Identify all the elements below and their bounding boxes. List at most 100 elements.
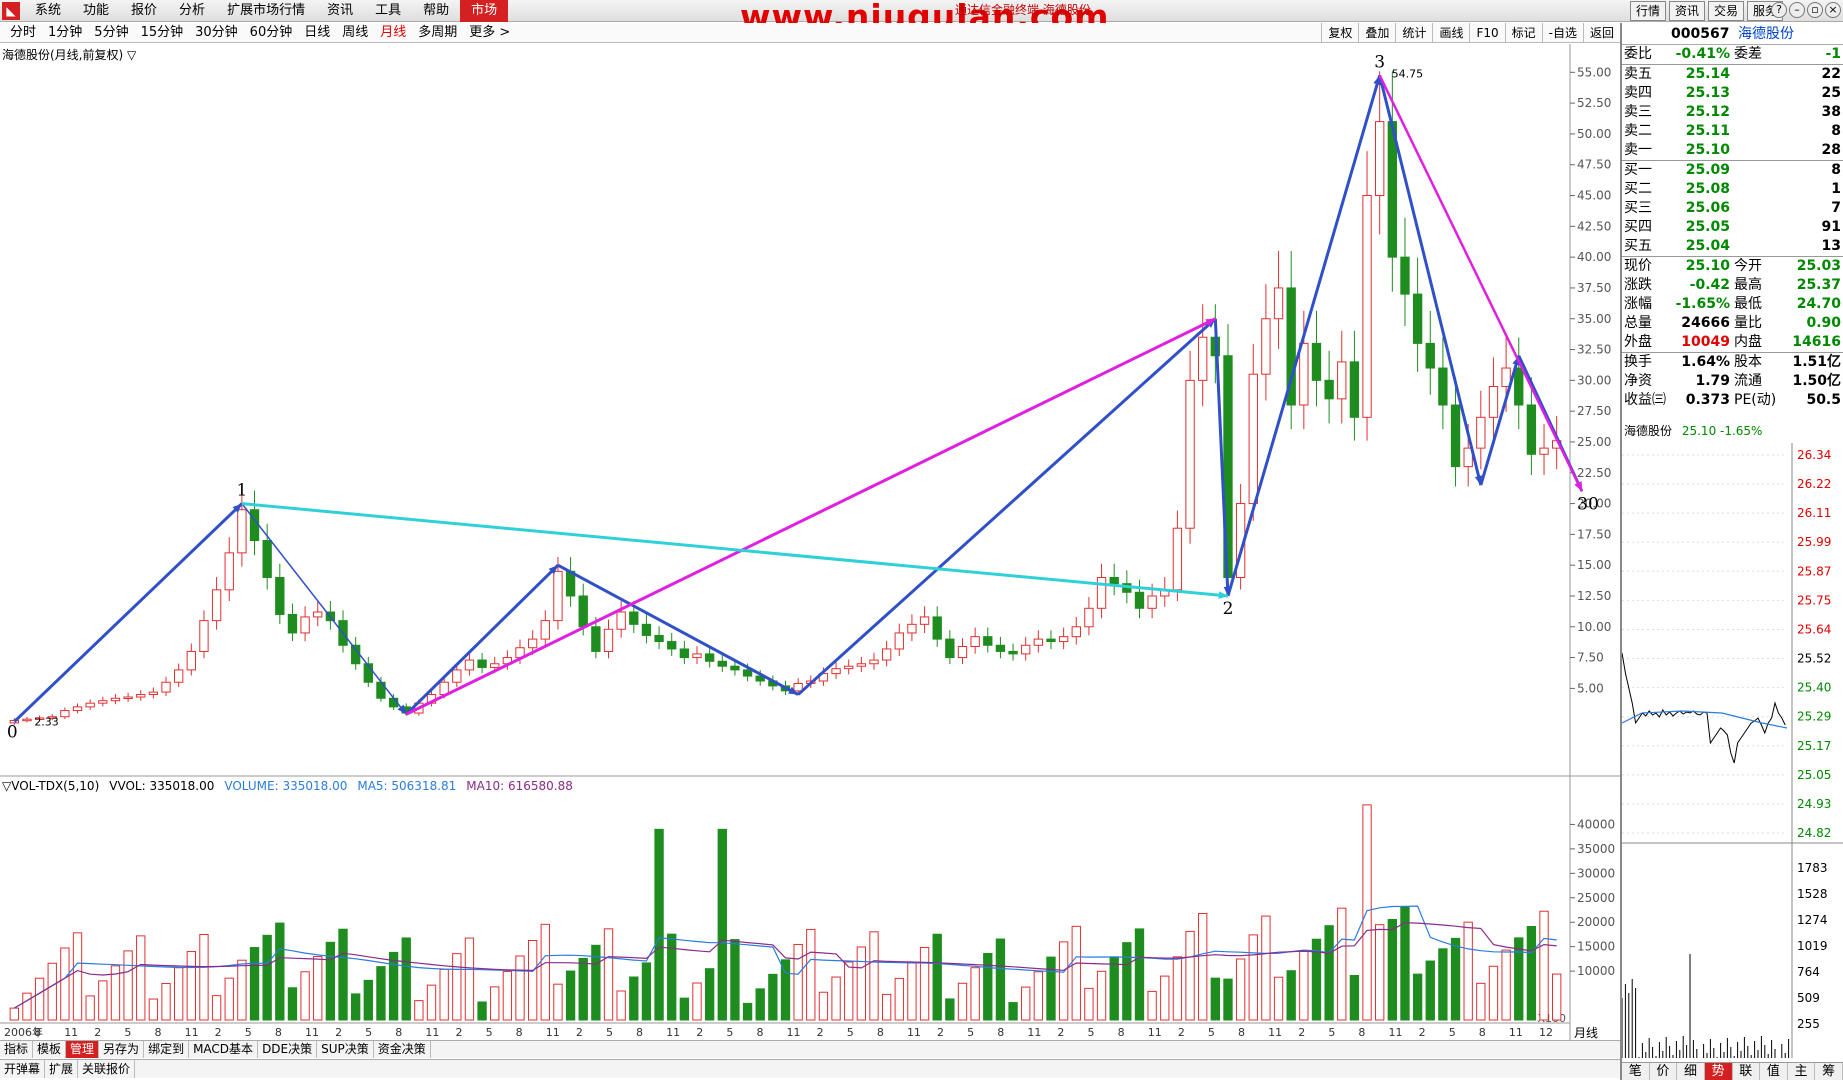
buys-row[interactable]: 买二 25.08 1 [1622, 180, 1843, 199]
indicator-tab-3[interactable]: 另存为 [99, 1041, 145, 1058]
indicator-tab-0[interactable]: 指标 [0, 1041, 34, 1058]
x-tick-label: 8 [877, 1026, 884, 1039]
x-tick-label: 2 [817, 1026, 824, 1039]
indicator-tab-5[interactable]: MACD基本 [189, 1041, 259, 1058]
x-tick-label: 11 [1509, 1026, 1523, 1039]
volume-bar [831, 976, 841, 1021]
bottom-tool-2[interactable]: 关联报价 [78, 1060, 136, 1078]
mini-price-tick: 24.82 [1797, 826, 1831, 840]
share-label: 流通 [1734, 373, 1762, 389]
volume-bar [1198, 912, 1208, 1021]
volume-bar [1109, 956, 1119, 1021]
wave-line [1226, 74, 1382, 597]
volume-bar [1552, 973, 1562, 1021]
candle-body [262, 540, 272, 578]
candle-body [452, 669, 462, 683]
x-tick-label: 5 [847, 1026, 854, 1039]
volume-bar [237, 959, 247, 1021]
panel-tab-3[interactable]: 势 [1704, 1063, 1733, 1080]
order-price: 25.08 [1685, 181, 1730, 197]
panel-tab-4[interactable]: 联 [1733, 1063, 1761, 1080]
buys-row[interactable]: 买三 25.06 7 [1622, 199, 1843, 218]
panel-tab-1[interactable]: 价 [1650, 1063, 1678, 1080]
panel-tab-2[interactable]: 细 [1677, 1063, 1705, 1080]
kline-chart[interactable]: 55.0052.5050.0047.5045.0042.5040.0037.50… [0, 0, 1620, 1040]
candle-body [1539, 447, 1549, 455]
volume-bar [1337, 907, 1347, 1021]
order-label: 卖二 [1624, 123, 1652, 139]
candle-body [919, 616, 930, 625]
high-price-label: 54.75 [1392, 67, 1424, 80]
sells-row[interactable]: 卖一 25.10 28 [1622, 141, 1843, 160]
x-tick-label: 11 [1148, 1026, 1162, 1039]
indicator-tab-1[interactable]: 模板 [33, 1041, 67, 1058]
mini-price-tick: 25.99 [1797, 535, 1831, 549]
buys-row[interactable]: 买一 25.09 8 [1622, 161, 1843, 180]
indicator-tab-7[interactable]: SUP决策 [317, 1041, 374, 1058]
sells-row[interactable]: 卖四 25.13 25 [1622, 84, 1843, 103]
minimize-icon[interactable]: – [1789, 2, 1805, 18]
mini-price-tick: 25.64 [1797, 622, 1831, 636]
order-price: 25.10 [1685, 142, 1730, 158]
panel-tab-7[interactable]: 筹 [1815, 1063, 1843, 1080]
share-value: 50.5 [1806, 392, 1841, 408]
candle-body [249, 509, 260, 542]
candle-body [932, 616, 942, 640]
order-price: 25.11 [1685, 123, 1730, 139]
indicator-tab-2[interactable]: 管理 [66, 1041, 100, 1058]
stat-value: 10049 [1681, 334, 1730, 350]
panel-tab-0[interactable]: 笔 [1622, 1063, 1650, 1080]
candle-body [211, 589, 222, 622]
candle-body [679, 648, 690, 659]
volume-bar [1526, 926, 1537, 1021]
price-tick-label: 15.00 [1577, 558, 1611, 572]
candle-body [641, 623, 652, 636]
candle-body [1488, 386, 1499, 418]
order-label: 买三 [1624, 200, 1652, 216]
help-icon[interactable]: ? [1771, 2, 1787, 18]
volume-bar [1425, 960, 1435, 1021]
volume-bar [426, 984, 437, 1021]
volume-bar [1235, 958, 1246, 1021]
indicator-tab-8[interactable]: 资金决策 [374, 1041, 431, 1058]
candle-body [490, 663, 500, 668]
candle-body [287, 613, 298, 634]
candle-body [856, 663, 867, 667]
top-button-2[interactable]: 交易 [1707, 1, 1744, 21]
candle-body [350, 644, 361, 665]
indicator-tab-6[interactable]: DDE决策 [258, 1041, 318, 1058]
buys-row[interactable]: 买五 25.04 13 [1622, 237, 1843, 256]
top-button-1[interactable]: 资讯 [1668, 1, 1705, 21]
volume-bar [780, 959, 791, 1021]
indicator-tab-4[interactable]: 绑定到 [144, 1041, 190, 1058]
mini-vol-tick: 1019 [1797, 939, 1828, 953]
panel-tab-5[interactable]: 值 [1760, 1063, 1788, 1080]
panel-tab-6[interactable]: 主 [1788, 1063, 1816, 1080]
price-tick-label: 52.50 [1577, 96, 1611, 110]
sells-row[interactable]: 卖五 25.14 22 [1622, 65, 1843, 84]
candle-body [1375, 121, 1385, 197]
share-stats: 换手 1.64% 股本 1.51亿 净资 1.79 流通 1.50亿 收益㈢ 0.373 PE(动)… [1622, 352, 1843, 410]
candle-body [717, 660, 727, 667]
close-icon[interactable]: × [1825, 2, 1841, 18]
wave-label: 3 [1374, 52, 1385, 72]
bottom-tool-0[interactable]: 开弹幕 [0, 1060, 46, 1078]
top-button-0[interactable]: 行情 [1629, 1, 1666, 21]
candle-body [148, 691, 159, 696]
candle-body [704, 653, 715, 662]
candle-body [591, 626, 601, 652]
volume-bar [856, 946, 867, 1021]
sells-row[interactable]: 卖三 25.12 38 [1622, 103, 1843, 122]
order-volume: 22 [1821, 66, 1841, 82]
vol-indicator[interactable]: ▽VOL-TDX(5,10) [2, 779, 99, 793]
share-value: 1.79 [1695, 373, 1730, 389]
sells-row[interactable]: 卖二 25.11 8 [1622, 122, 1843, 141]
volume-bar [98, 980, 108, 1021]
restore-icon[interactable]: ▫ [1807, 2, 1823, 18]
x-tick-label: 2 [94, 1026, 101, 1039]
vol-ma5: MA5: 506318.81 [357, 779, 457, 793]
stat-label: 今开 [1734, 258, 1762, 274]
candle-body [313, 611, 323, 618]
bottom-tool-1[interactable]: 扩展 [45, 1060, 79, 1078]
buys-row[interactable]: 买四 25.05 91 [1622, 218, 1843, 237]
